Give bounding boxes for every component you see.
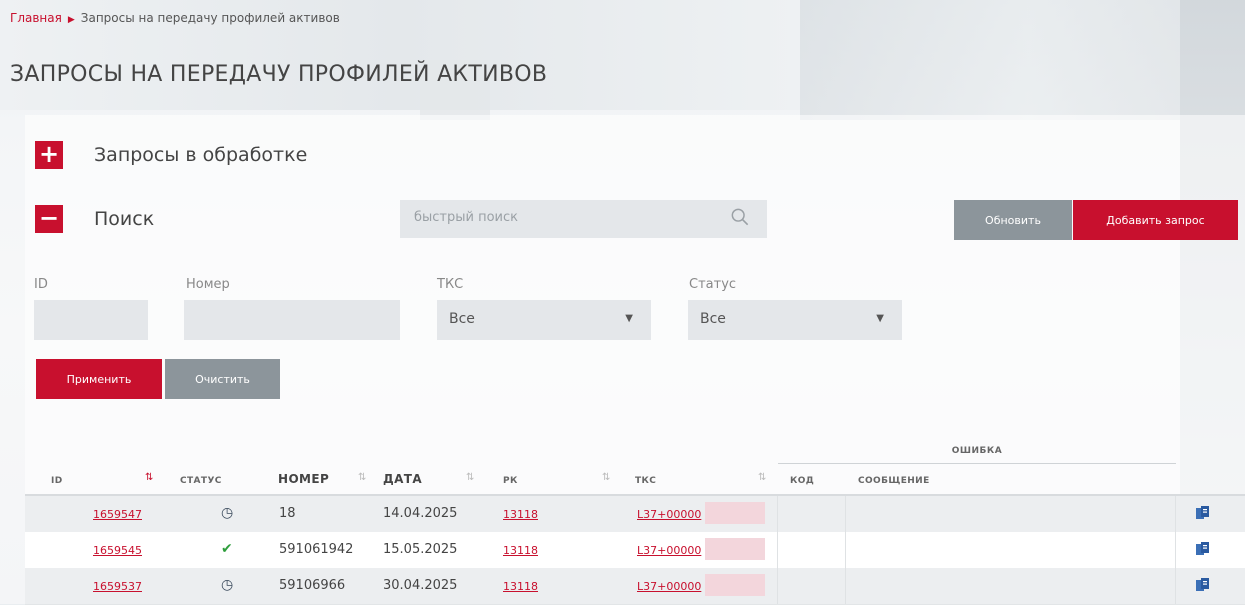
row-number: 591061942 bbox=[279, 542, 354, 557]
row-date: 15.05.2025 bbox=[383, 542, 458, 557]
row-id-link[interactable]: 1659545 bbox=[93, 544, 142, 557]
sort-icon[interactable]: ⇅ bbox=[358, 472, 366, 483]
clock-icon: ◷ bbox=[221, 505, 234, 521]
row-number: 59106966 bbox=[279, 578, 346, 593]
column-header-status: СТАТУС bbox=[180, 476, 222, 486]
filter-status-value: Все bbox=[700, 311, 726, 327]
expand-in-progress-button[interactable]: + bbox=[35, 141, 63, 169]
documents-icon[interactable] bbox=[1195, 505, 1211, 521]
column-header-tks[interactable]: ТКС bbox=[635, 476, 656, 486]
table-row[interactable]: 1659537 ◷ 59106966 30.04.2025 13118 L37+… bbox=[25, 568, 1245, 605]
row-number: 18 bbox=[279, 506, 296, 521]
add-request-button[interactable]: Добавить запрос bbox=[1073, 200, 1238, 240]
filter-tks-value: Все bbox=[449, 311, 475, 327]
sort-active-icon[interactable]: ⇅ bbox=[145, 472, 153, 483]
column-header-code: КОД bbox=[790, 476, 815, 486]
quick-search-box bbox=[400, 200, 767, 238]
breadcrumb-current: Запросы на передачу профилей активов bbox=[80, 11, 340, 25]
checkmark-icon: ✔ bbox=[221, 541, 233, 557]
row-tks-link[interactable]: L37+00000 bbox=[637, 544, 701, 557]
row-id-link[interactable]: 1659547 bbox=[93, 508, 142, 521]
clear-filters-button[interactable]: Очистить bbox=[165, 359, 280, 399]
column-header-rk[interactable]: РК bbox=[503, 476, 518, 486]
search-icon[interactable] bbox=[731, 208, 749, 226]
refresh-button[interactable]: Обновить bbox=[954, 200, 1072, 240]
tks-redaction bbox=[705, 574, 765, 596]
tks-redaction bbox=[705, 502, 765, 524]
divider bbox=[778, 463, 1176, 464]
row-tks-link[interactable]: L37+00000 bbox=[637, 508, 701, 521]
page: Главная ▶ Запросы на передачу профилей акт… bbox=[0, 0, 1245, 605]
collapse-search-button[interactable]: − bbox=[35, 205, 63, 233]
table-row[interactable]: 1659545 ✔ 591061942 15.05.2025 13118 L37… bbox=[25, 532, 1245, 569]
column-header-date[interactable]: ДАТА bbox=[383, 472, 422, 486]
row-rk-link[interactable]: 13118 bbox=[503, 508, 538, 521]
filter-status-select[interactable]: Все ▼ bbox=[688, 300, 902, 340]
row-tks-link[interactable]: L37+00000 bbox=[637, 580, 701, 593]
error-group-header: ОШИБКА bbox=[951, 446, 1003, 456]
search-section-label: Поиск bbox=[94, 208, 155, 230]
breadcrumb-home-link[interactable]: Главная bbox=[10, 11, 62, 25]
tks-redaction bbox=[705, 538, 765, 560]
filter-id-input[interactable] bbox=[34, 300, 148, 340]
documents-icon[interactable] bbox=[1195, 541, 1211, 557]
row-date: 30.04.2025 bbox=[383, 578, 458, 593]
in-progress-section-label: Запросы в обработке bbox=[94, 144, 308, 166]
chevron-down-icon: ▼ bbox=[625, 313, 633, 324]
column-header-number[interactable]: НОМЕР bbox=[278, 472, 329, 486]
sort-icon[interactable]: ⇅ bbox=[602, 472, 610, 483]
breadcrumb: Главная ▶ Запросы на передачу профилей акт… bbox=[10, 11, 340, 25]
page-title: ЗАПРОСЫ НА ПЕРЕДАЧУ ПРОФИЛЕЙ АКТИВОВ bbox=[10, 62, 548, 87]
filter-number-input[interactable] bbox=[184, 300, 400, 340]
clock-icon: ◷ bbox=[221, 577, 234, 593]
sort-icon[interactable]: ⇅ bbox=[466, 472, 474, 483]
chevron-down-icon: ▼ bbox=[876, 313, 884, 324]
documents-icon[interactable] bbox=[1195, 577, 1211, 593]
filter-number-label: Номер bbox=[186, 277, 230, 292]
column-header-id[interactable]: ID bbox=[51, 476, 63, 486]
sort-icon[interactable]: ⇅ bbox=[758, 472, 766, 483]
column-header-message: СООБЩЕНИЕ bbox=[858, 476, 930, 486]
filter-tks-select[interactable]: Все ▼ bbox=[437, 300, 651, 340]
filter-id-label: ID bbox=[34, 277, 48, 292]
row-rk-link[interactable]: 13118 bbox=[503, 580, 538, 593]
filter-tks-label: ТКС bbox=[437, 277, 464, 292]
row-rk-link[interactable]: 13118 bbox=[503, 544, 538, 557]
row-date: 14.04.2025 bbox=[383, 506, 458, 521]
breadcrumb-separator-icon: ▶ bbox=[67, 15, 75, 25]
quick-search-input[interactable] bbox=[412, 209, 716, 226]
table-row[interactable]: 1659547 ◷ 18 14.04.2025 13118 L37+00000 bbox=[25, 496, 1245, 533]
filter-status-label: Статус bbox=[689, 277, 737, 292]
apply-filters-button[interactable]: Применить bbox=[36, 359, 162, 399]
row-id-link[interactable]: 1659537 bbox=[93, 580, 142, 593]
